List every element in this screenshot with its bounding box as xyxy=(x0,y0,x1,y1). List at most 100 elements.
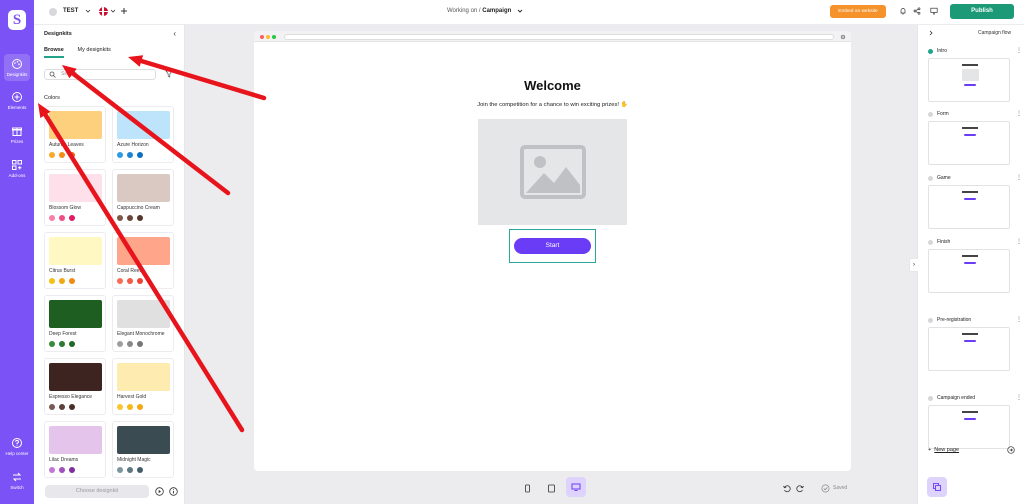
more-options-icon[interactable]: ⋮ xyxy=(1016,317,1022,323)
designkit-card[interactable]: Cappuccino Cream xyxy=(112,169,174,226)
thumb-button xyxy=(964,418,976,420)
step-thumbnail[interactable] xyxy=(928,327,1010,371)
more-options-icon[interactable]: ⋮ xyxy=(1016,175,1022,181)
desktop-view-button[interactable] xyxy=(566,477,586,497)
more-options-icon[interactable]: ⋮ xyxy=(1016,111,1022,117)
tab-my-designkits[interactable]: My designkits xyxy=(78,47,111,56)
rail-item-prizes[interactable]: Prizes xyxy=(0,125,34,144)
designkit-card[interactable]: Coral Reef xyxy=(112,232,174,289)
designkit-color-dots xyxy=(49,404,79,410)
rail-item-switch[interactable]: Switch xyxy=(0,471,34,490)
campaign-flow-panel: › Campaign flow Intro ⋮ Form ⋮ Game ⋮ Finish ⋮ P… xyxy=(909,25,1024,504)
editor-canvas: Welcome Join the competition for a chanc… xyxy=(185,25,917,504)
search-input[interactable]: Search xyxy=(44,69,156,80)
choose-designkit-button[interactable]: Choose designkit xyxy=(45,485,149,498)
window-minimize-dot xyxy=(266,35,270,39)
working-on-page[interactable]: Campaign xyxy=(482,8,511,14)
settings-icon[interactable] xyxy=(840,34,846,40)
step-thumbnail[interactable] xyxy=(928,185,1010,229)
bell-icon[interactable] xyxy=(899,7,907,15)
collapse-panel-chevron-icon[interactable]: ‹ xyxy=(173,29,176,38)
designkit-name: Blossom Glow xyxy=(49,205,81,211)
language-chevron-down-icon[interactable] xyxy=(110,8,116,14)
duplicate-button[interactable] xyxy=(927,477,947,497)
rail-item-label: Add-ons xyxy=(8,173,26,178)
expand-flow-chevron-icon[interactable]: › xyxy=(909,258,918,272)
color-dot xyxy=(127,404,133,410)
image-placeholder[interactable] xyxy=(478,119,627,225)
new-page-button[interactable]: + New page xyxy=(928,447,959,453)
more-options-icon[interactable]: ⋮ xyxy=(1016,48,1022,54)
page-heading[interactable]: Welcome xyxy=(254,78,851,93)
designkit-card[interactable]: Elegant Monochrome xyxy=(112,295,174,352)
project-name[interactable]: TEST xyxy=(63,8,78,14)
play-icon[interactable] xyxy=(155,487,164,496)
step-thumbnail[interactable] xyxy=(928,58,1010,102)
designkit-name: Autumn Leaves xyxy=(49,142,84,148)
tablet-view-icon[interactable] xyxy=(547,484,556,493)
color-dot xyxy=(137,467,143,473)
page-chevron-down-icon[interactable] xyxy=(517,8,523,14)
rail-item-designkits[interactable]: Designkits xyxy=(4,54,30,81)
embed-on-website-button[interactable]: Embed on website xyxy=(830,5,886,18)
color-dot xyxy=(49,467,55,473)
step-thumbnail[interactable] xyxy=(928,121,1010,165)
step-thumbnail[interactable] xyxy=(928,249,1010,293)
designkit-swatch xyxy=(117,300,170,328)
designkit-card[interactable]: Citrus Burst xyxy=(44,232,106,289)
app-logo[interactable]: S xyxy=(8,10,26,30)
new-page-label: New page xyxy=(934,447,960,453)
redo-icon[interactable] xyxy=(796,484,805,493)
designkit-card[interactable]: Harvest Gold xyxy=(112,358,174,415)
denmark-flag-icon[interactable] xyxy=(99,7,108,16)
designkit-card[interactable]: Espresso Elegance xyxy=(44,358,106,415)
rail-item-help-center[interactable]: Help center xyxy=(0,437,34,456)
rail-item-label: Elements xyxy=(7,105,27,110)
search-icon xyxy=(49,71,56,78)
designkit-name: Midnight Magic xyxy=(117,457,151,463)
color-dot xyxy=(69,152,75,158)
designkit-card[interactable]: Midnight Magic xyxy=(112,421,174,478)
tab-browse[interactable]: Browse xyxy=(44,47,64,58)
publish-button[interactable]: Publish xyxy=(950,4,1014,19)
thumb-heading xyxy=(962,191,978,193)
thumb-button xyxy=(964,198,976,200)
designkit-card[interactable]: Lilac Dreams xyxy=(44,421,106,478)
chevron-down-icon[interactable] xyxy=(85,8,91,14)
thumb-image xyxy=(962,69,979,81)
rail-item-label: Help center xyxy=(5,451,29,456)
designkit-color-dots xyxy=(117,341,147,347)
page-preview-frame: Welcome Join the competition for a chanc… xyxy=(254,31,851,471)
rail-item-elements[interactable]: Elements xyxy=(0,91,34,110)
panel-title: Designkits xyxy=(44,31,72,37)
undo-icon[interactable] xyxy=(782,484,791,493)
page-subtitle[interactable]: Join the competition for a chance to win… xyxy=(254,102,851,108)
designkit-color-dots xyxy=(49,152,79,158)
start-button[interactable]: Start xyxy=(514,238,591,254)
step-status-dot xyxy=(928,396,933,401)
plus-circle-icon xyxy=(12,92,22,102)
step-thumbnail[interactable] xyxy=(928,405,1010,449)
designkit-card[interactable]: Blossom Glow xyxy=(44,169,106,226)
preview-monitor-icon[interactable] xyxy=(930,7,938,15)
rail-item-add-ons[interactable]: Add-ons xyxy=(0,159,34,178)
color-dot xyxy=(127,467,133,473)
chevron-right-icon[interactable] xyxy=(928,30,934,36)
more-options-icon[interactable]: ⋮ xyxy=(1016,239,1022,245)
designkit-card[interactable]: Azure Horizon xyxy=(112,106,174,163)
saved-status: Saved xyxy=(833,485,848,491)
share-icon[interactable] xyxy=(913,7,921,15)
designkit-card[interactable]: Autumn Leaves xyxy=(44,106,106,163)
section-label-colors: Colors xyxy=(44,95,60,101)
info-icon[interactable] xyxy=(169,487,178,496)
rail-item-label: Prizes xyxy=(10,139,24,144)
step-name: Form xyxy=(937,111,949,117)
designkit-card[interactable]: Deep Forest xyxy=(44,295,106,352)
arrow-right-circle-icon[interactable] xyxy=(1007,446,1015,454)
filter-icon[interactable] xyxy=(165,70,173,78)
step-name: Finish xyxy=(937,239,951,245)
add-language-icon[interactable] xyxy=(120,7,128,15)
more-options-icon[interactable]: ⋮ xyxy=(1016,395,1022,401)
help-icon xyxy=(12,438,22,448)
mobile-view-icon[interactable] xyxy=(523,484,532,493)
